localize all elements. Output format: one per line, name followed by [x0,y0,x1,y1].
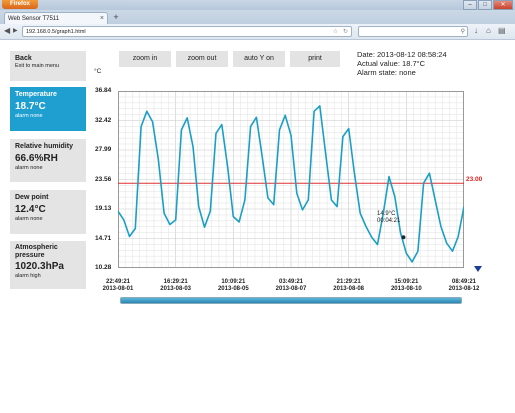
sidebar-item-atmospheric-pressure[interactable]: Atmospheric pressure 1020.3hPa alarm hig… [10,241,86,289]
back-sub-label: Exit to main menu [15,63,60,69]
scroll-end-arrow-icon[interactable] [474,266,482,272]
close-window-icon[interactable]: ✕ [493,0,513,10]
sidebar-item-alarm: alarm none [15,113,43,119]
maximize-icon[interactable]: □ [478,0,492,10]
sidebar-item-label: Dew point [15,194,49,201]
zoom-out-button[interactable]: zoom out [176,51,228,67]
x-tick-label: 16:29:21 2013-08-03 [160,279,191,292]
bookmark-star-icon[interactable]: ☆ [333,27,338,38]
info-panel: Date: 2013-08-12 08:58:24 Actual value: … [357,50,447,77]
new-tab-icon[interactable]: + [111,13,121,23]
sidebar-item-label: Atmospheric pressure [15,244,58,259]
cursor-annotation: 14.9°C 00:04:21 [377,211,400,225]
firefox-menu-button[interactable]: Firefox [2,0,38,9]
sidebar-item-dew-point[interactable]: Dew point 12.4°C alarm none [10,190,86,234]
home-icon[interactable]: ⌂ [486,26,491,36]
back-arrow-icon[interactable]: ◀ [4,26,10,36]
sidebar-item-alarm: alarm none [15,216,43,222]
y-tick-label: 32.42 [95,116,112,124]
sidebar-item-value: 12.4°C [15,204,46,215]
date-text: Date: 2013-08-12 08:58:24 [357,50,447,59]
back-label: Back [15,55,32,62]
y-tick-label: 36.84 [95,87,112,94]
x-tick-label: 21:29:21 2013-08-08 [333,279,364,292]
zoom-in-button[interactable]: zoom in [119,51,171,67]
forward-arrow-icon[interactable]: ▶ [13,26,18,36]
cursor-point [401,235,406,240]
tab-title: Web Sensor T7511 [8,16,60,22]
actual-value-text: Actual value: 18.7°C [357,59,426,68]
cursor-time-text: 00:04:21 [377,218,401,224]
chart-grid [118,91,464,268]
downloads-icon[interactable]: ↓ [474,26,478,36]
sidebar-item-value: 1020.3hPa [15,261,64,272]
y-tick-label: 10.28 [95,264,112,271]
sidebar-item-relative-humidity[interactable]: Relative humidity 66.6%RH alarm none [10,139,86,182]
sidebar-item-alarm: alarm none [15,165,43,171]
x-tick-label: 15:09:21 2013-08-10 [390,279,422,292]
x-tick-label: 10:09:21 2013-08-05 [217,279,249,292]
sidebar-item-label: Relative humidity [15,143,73,150]
temperature-chart[interactable] [118,91,464,268]
minimize-icon[interactable]: – [463,0,477,10]
x-tick-label: 22:49:21 2013-08-01 [102,279,134,292]
y-tick-label: 27.99 [95,146,112,153]
chart-scrollbar[interactable] [120,297,462,304]
y-tick-label: 14.71 [95,234,112,242]
reload-icon[interactable]: ↻ [343,27,348,38]
sidebar-item-alarm: alarm high [15,273,41,279]
search-input[interactable]: ⚲ [358,26,468,37]
y-tick-label: 19.13 [95,205,112,212]
search-icon[interactable]: ⚲ [461,27,465,37]
sidebar-item-value: 66.6%RH [15,153,58,164]
tab-strip: Web Sensor T7511 × + [0,10,515,24]
tab-web-sensor[interactable]: Web Sensor T7511 × [4,12,108,24]
x-tick-label: 03:49:21 2013-08-07 [275,279,307,292]
x-tick-label: 08:49:21 2013-08-12 [448,279,480,292]
alarm-limit-label: 23.00 [466,176,483,183]
sidebar-item-temperature[interactable]: Temperature 18.7°C alarm none [10,87,86,131]
url-text: 192.168.0.5/graph1.html [26,29,86,35]
window-controls: – □ ✕ [463,0,513,10]
print-button[interactable]: print [290,51,340,67]
sidebar-item-value: 18.7°C [15,101,46,112]
cursor-value-text: 14.9°C [377,211,396,217]
browser-window: Firefox – □ ✕ Web Sensor T7511 × + ◀ ▶ 1… [0,0,515,413]
address-bar[interactable]: 192.168.0.5/graph1.html ☆ ↻ [22,26,352,37]
y-tick-label: 23.56 [95,175,112,183]
auto-y-button[interactable]: auto Y on [233,51,285,67]
navigation-bar: ◀ ▶ 192.168.0.5/graph1.html ☆ ↻ ⚲ ↓ ⌂ ▤ [0,24,515,40]
bookmarks-icon[interactable]: ▤ [498,26,506,36]
back-button[interactable]: Back Exit to main menu [10,51,86,81]
title-bar: Firefox – □ ✕ [0,0,515,10]
alarm-state-text: Alarm state: none [357,68,416,77]
y-unit-label: °C [94,68,102,75]
sidebar-item-label: Temperature [15,91,57,98]
